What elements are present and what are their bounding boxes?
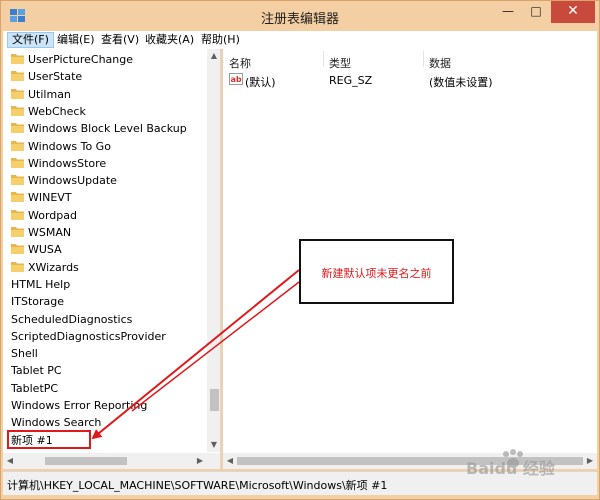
annotation-callout-text: 新建默认项未更名之前 [321,267,432,280]
annotation-arrow-main [91,269,300,440]
annotation-callout-box: 新建默认项未更名之前 [299,239,454,304]
baidu-jingyan-watermark: Baidu 经验 [466,449,556,478]
annotation-arrow-secondary [131,281,300,412]
annotation-highlight-box [7,430,91,449]
watermark-text: Baidu 经验 [466,459,556,478]
